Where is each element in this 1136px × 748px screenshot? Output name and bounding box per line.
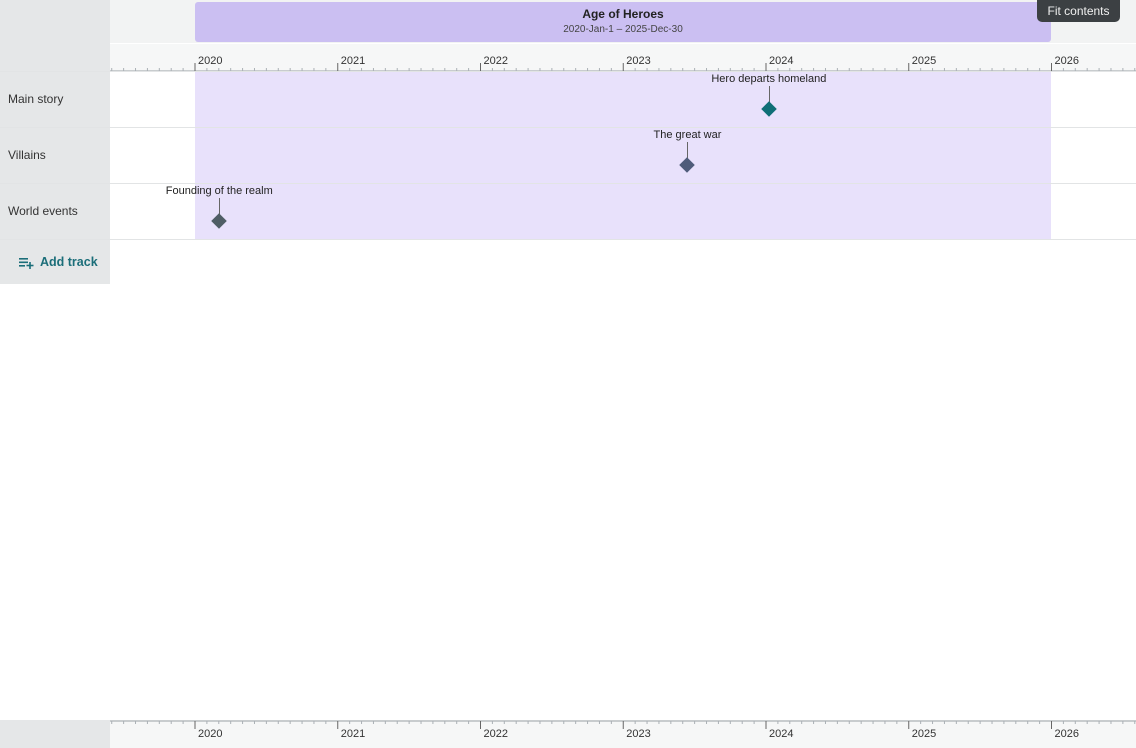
bottom-time-axis[interactable]: 2020 2021 2022 2023 2024 2025 2026 [110, 720, 1136, 748]
track-divider [0, 183, 1136, 184]
era-age-of-heroes[interactable]: Age of Heroes 2020-Jan-1 – 2025-Dec-30 [195, 2, 1051, 42]
track-divider [0, 127, 1136, 128]
axis-year-label: 2022 [484, 728, 508, 740]
era-title: Age of Heroes [582, 7, 664, 21]
add-track-label: Add track [40, 255, 98, 269]
axis-year-label: 2021 [341, 728, 365, 740]
track-divider [0, 71, 1136, 72]
track-label-main-story[interactable]: Main story [8, 91, 63, 107]
axis-year-label: 2021 [341, 55, 365, 67]
axis-year-label: 2022 [484, 55, 508, 67]
axis-year-label: 2026 [1055, 728, 1079, 740]
era-date-range: 2020-Jan-1 – 2025-Dec-30 [563, 24, 683, 35]
event-label[interactable]: The great war [654, 129, 722, 141]
track-divider [0, 239, 1136, 240]
add-track-button[interactable]: Add track [18, 252, 98, 272]
top-time-axis[interactable]: 2020 2021 2022 2023 2024 2025 2026 [110, 44, 1136, 72]
axis-year-label: 2025 [912, 55, 936, 67]
track-sidebar [0, 0, 110, 284]
axis-year-label: 2020 [198, 728, 222, 740]
axis-year-label: 2020 [198, 55, 222, 67]
axis-year-label: 2024 [769, 55, 793, 67]
axis-year-label: 2025 [912, 728, 936, 740]
event-label[interactable]: Founding of the realm [166, 185, 273, 197]
fit-contents-button[interactable]: Fit contents [1037, 0, 1120, 22]
track-label-villains[interactable]: Villains [8, 147, 46, 163]
axis-year-label: 2026 [1055, 55, 1079, 67]
era-band [195, 72, 1051, 240]
track-label-world-events[interactable]: World events [8, 203, 78, 219]
axis-year-label: 2023 [626, 55, 650, 67]
axis-year-label: 2023 [626, 728, 650, 740]
axis-year-label: 2024 [769, 728, 793, 740]
playlist-add-icon [18, 255, 34, 269]
sidebar-footer [0, 720, 110, 748]
event-label[interactable]: Hero departs homeland [711, 73, 826, 85]
